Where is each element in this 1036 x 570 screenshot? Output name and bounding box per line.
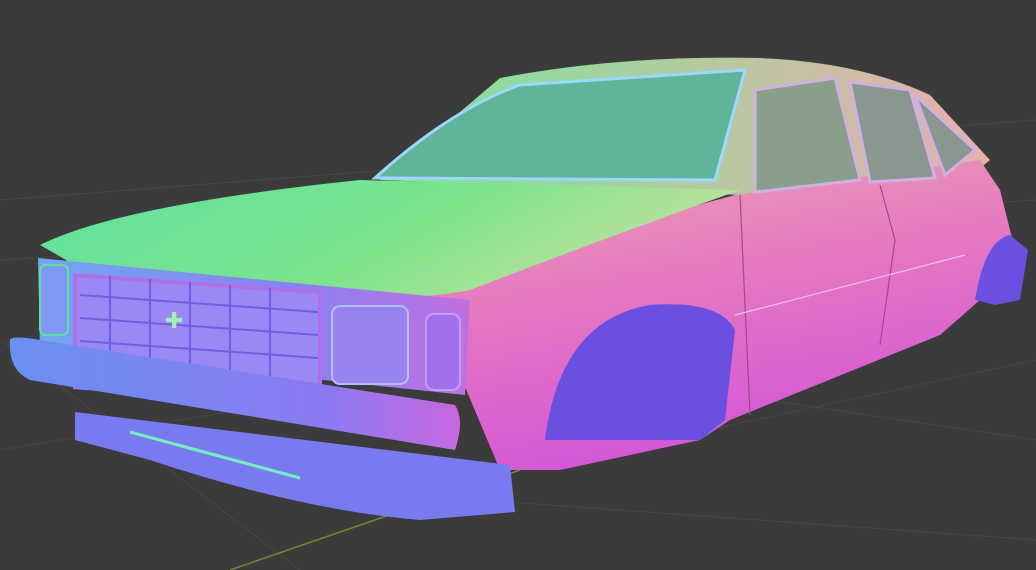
- viewport-canvas[interactable]: ✚: [0, 0, 1036, 570]
- windshield: [371, 68, 748, 182]
- turn-signal: [425, 313, 461, 391]
- grille-emblem-icon: ✚: [165, 309, 183, 334]
- left-headlight: [39, 264, 69, 336]
- 3d-viewport[interactable]: ✚: [0, 0, 1036, 570]
- right-headlight: [331, 305, 409, 385]
- car-model[interactable]: ✚: [9, 57, 1028, 520]
